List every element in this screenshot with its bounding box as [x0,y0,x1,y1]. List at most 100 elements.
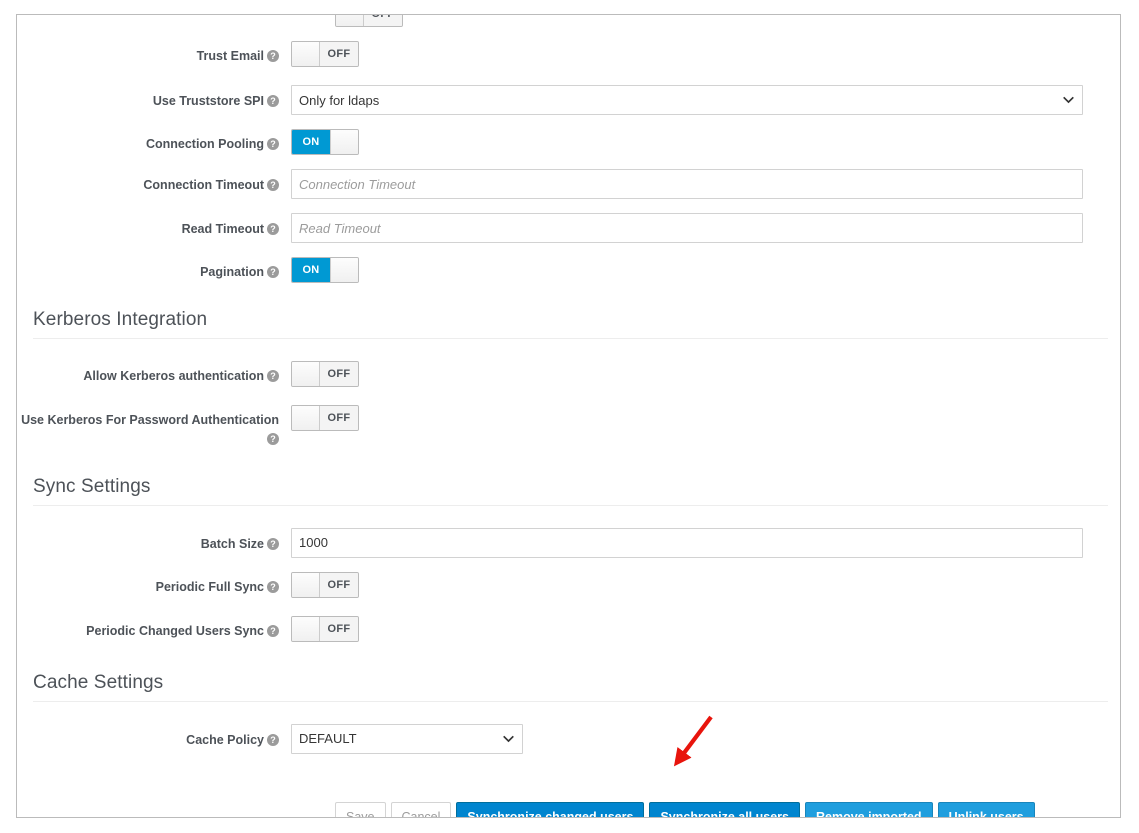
help-icon[interactable]: ? [267,538,279,550]
toggle-periodic-changed-users-sync[interactable]: OFF [291,616,359,642]
help-icon[interactable]: ? [267,138,279,150]
label-text: Use Truststore SPI [153,94,264,108]
synchronize-all-users-button[interactable]: Synchronize all users [649,802,800,818]
form-row-connection-timeout: Connection Timeout? [17,169,1120,199]
toggle-pagination[interactable]: ON [291,257,359,283]
field-label-read-timeout: Read Timeout? [17,213,291,239]
field-label-cache-policy: Cache Policy? [17,724,291,750]
ldap-settings-card: OFF Trust Email? OFF Use Truststore SPI? On… [16,14,1121,818]
select-cache-policy[interactable]: DEFAULT [291,724,523,754]
form-row-connection-pooling: Connection Pooling? ON [17,129,1120,155]
toggle-handle [336,14,364,26]
label-text: Connection Pooling [146,137,264,151]
form-row-cache-policy: Cache Policy? DEFAULT [17,724,1120,754]
toggle-state-label: OFF [320,362,358,386]
form-row-periodic-changed-users-sync: Periodic Changed Users Sync? OFF [17,616,1120,646]
help-icon[interactable]: ? [267,734,279,746]
toggle-state-label: ON [292,258,330,282]
field-control-connection-pooling: ON [291,129,1120,155]
toggle-connection-pooling[interactable]: ON [291,129,359,155]
toggle-handle [330,130,358,154]
label-text: Trust Email [197,49,264,63]
form-row-allow-kerberos-authentication: Allow Kerberos authentication? OFF [17,361,1120,391]
toggle-handle [292,617,320,641]
select-value: DEFAULT [299,731,357,746]
section-title-sync-settings: Sync Settings [17,476,1120,505]
cancel-button[interactable]: Cancel [391,802,452,818]
field-label-allow-kerberos-authentication: Allow Kerberos authentication? [17,361,291,386]
toggle-allow-kerberos-authentication[interactable]: OFF [291,361,359,387]
help-icon[interactable]: ? [267,433,279,445]
form-row-read-timeout: Read Timeout? [17,213,1120,243]
label-text: Periodic Full Sync [156,580,264,594]
field-control-cache-policy: DEFAULT [291,724,1120,754]
field-control-connection-timeout [291,169,1120,199]
toggle-trust-email[interactable]: OFF [291,41,359,67]
toggle-handle [292,42,320,66]
field-label-batch-size: Batch Size? [17,528,291,554]
help-icon[interactable]: ? [267,370,279,382]
select-wrapper-use-truststore-spi: Only for ldaps [291,85,1083,115]
help-icon[interactable]: ? [267,95,279,107]
toggle-state-label: OFF [320,573,358,597]
help-icon[interactable]: ? [267,223,279,235]
toggle-use-kerberos-for-password-authentication[interactable]: OFF [291,405,359,431]
form-row-trust-email: Trust Email? OFF [17,41,1120,71]
field-label-periodic-full-sync: Periodic Full Sync? [17,572,291,597]
settings-sections: Trust Email? OFF Use Truststore SPI? Only f… [17,15,1120,780]
form-row-periodic-full-sync: Periodic Full Sync? OFF [17,572,1120,602]
card-inner: OFF Trust Email? OFF Use Truststore SPI? On… [17,15,1120,817]
toggle-state-label: OFF [320,42,358,66]
save-button[interactable]: Save [335,802,386,818]
toggle-label: OFF [364,14,402,26]
help-icon[interactable]: ? [267,179,279,191]
section-title-cache-settings: Cache Settings [17,672,1120,701]
label-text: Cache Policy [186,733,264,747]
field-label-trust-email: Trust Email? [17,41,291,66]
form-row-use-truststore-spi: Use Truststore SPI? Only for ldaps [17,85,1120,115]
form-row-batch-size: Batch Size? [17,528,1120,558]
clipped-top-toggle-wrapper: OFF [335,14,403,31]
spacer [17,297,1120,309]
label-text: Connection Timeout [143,178,264,192]
spacer [17,464,1120,476]
toggle-handle [292,362,320,386]
remove-imported-button[interactable]: Remove imported [805,802,933,818]
synchronize-changed-users-button[interactable]: Synchronize changed users [456,802,644,818]
label-text: Pagination [200,265,264,279]
action-button-row: Save CancelSynchronize changed users Synch… [335,802,1120,818]
help-icon[interactable]: ? [267,266,279,278]
input-read-timeout[interactable] [291,213,1083,243]
help-icon[interactable]: ? [267,581,279,593]
field-control-allow-kerberos-authentication: OFF [291,361,1120,391]
help-icon[interactable]: ? [267,50,279,62]
toggle-handle [292,573,320,597]
select-use-truststore-spi[interactable]: Only for ldaps [291,85,1083,115]
field-control-use-kerberos-for-password-authentication: OFF [291,405,1120,435]
spacer [17,768,1120,780]
field-control-pagination: ON [291,257,1120,283]
field-label-connection-timeout: Connection Timeout? [17,169,291,195]
spacer [17,660,1120,672]
clipped-top-toggle[interactable]: OFF [335,14,403,27]
spacer [17,702,1120,724]
form-row-pagination: Pagination? ON [17,257,1120,283]
field-label-use-kerberos-for-password-authentication: Use Kerberos For Password Authentication… [17,405,291,450]
label-text: Read Timeout [182,222,264,236]
toggle-periodic-full-sync[interactable]: OFF [291,572,359,598]
select-wrapper-cache-policy: DEFAULT [291,724,523,754]
help-icon[interactable]: ? [267,625,279,637]
section-title-kerberos-integration: Kerberos Integration [17,309,1120,338]
input-batch-size[interactable] [291,528,1083,558]
select-value: Only for ldaps [299,93,379,108]
toggle-handle [292,406,320,430]
label-text: Periodic Changed Users Sync [86,624,264,638]
toggle-handle [330,258,358,282]
form-row-use-kerberos-for-password-authentication: Use Kerberos For Password Authentication… [17,405,1120,450]
label-text: Batch Size [201,537,264,551]
input-connection-timeout[interactable] [291,169,1083,199]
unlink-users-button[interactable]: Unlink users [938,802,1035,818]
field-label-use-truststore-spi: Use Truststore SPI? [17,85,291,111]
field-label-periodic-changed-users-sync: Periodic Changed Users Sync? [17,616,291,641]
toggle-state-label: OFF [320,617,358,641]
